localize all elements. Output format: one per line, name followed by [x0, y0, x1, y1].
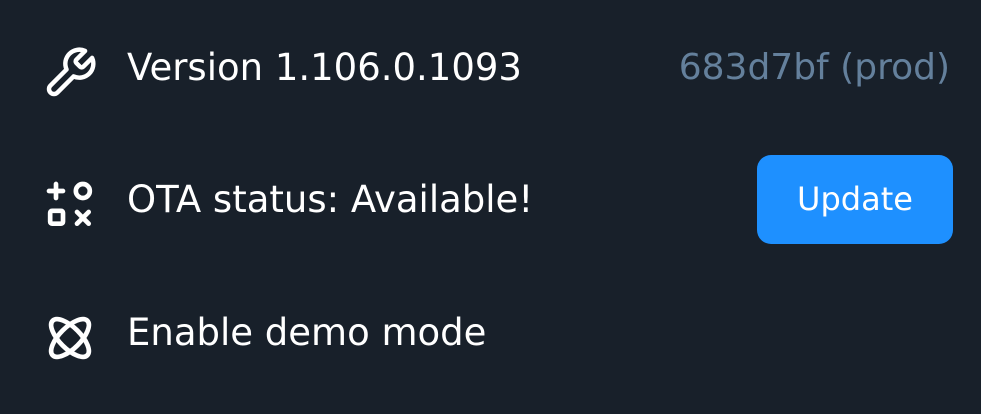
settings-panel: Version 1.106.0.1093 683d7bf (prod) OTA … — [0, 0, 981, 414]
wrench-icon — [42, 45, 98, 101]
ota-row: OTA status: Available! Update — [0, 155, 981, 245]
version-label: Version 1.106.0.1093 — [127, 46, 522, 89]
atom-icon — [42, 310, 98, 366]
update-button[interactable]: Update — [757, 155, 953, 244]
demo-mode-label: Enable demo mode — [127, 311, 487, 354]
ota-status-label: OTA status: Available! — [127, 178, 534, 221]
demo-mode-row[interactable]: Enable demo mode — [0, 288, 981, 378]
build-hash: 683d7bf (prod) — [678, 47, 950, 88]
version-row: Version 1.106.0.1093 683d7bf (prod) — [0, 23, 981, 113]
shapes-icon — [42, 177, 98, 233]
